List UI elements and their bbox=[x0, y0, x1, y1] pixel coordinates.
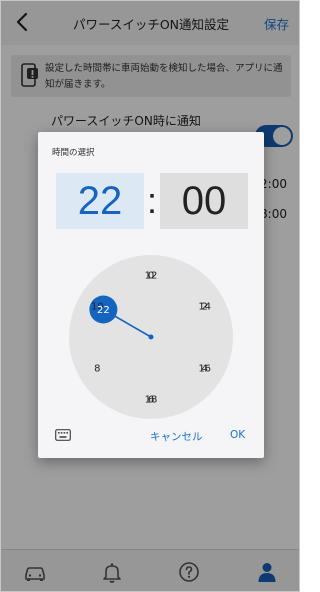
dialog-title: 時間の選択 bbox=[52, 148, 95, 158]
dial-hour-16[interactable]: 16 bbox=[198, 364, 211, 375]
app-screen: パワースイッチON通知設定 保存 設定した時間帯に車両始動を検知した場合、アプリ… bbox=[0, 0, 300, 592]
ok-button[interactable]: OK bbox=[230, 429, 245, 441]
time-separator: : bbox=[146, 180, 157, 221]
keyboard-icon[interactable] bbox=[55, 429, 71, 441]
dial-hour-18[interactable]: 18 bbox=[145, 395, 158, 406]
clock-center bbox=[148, 334, 154, 340]
clock-dial-graphic: 02468101214161822 bbox=[89, 271, 211, 406]
clock-dial[interactable]: 0 2 4 6 8 10 12 14 16 18 22 bbox=[69, 255, 233, 419]
dial-hour-8[interactable]: 8 bbox=[94, 364, 100, 375]
dial-hour-22[interactable]: 22 bbox=[97, 305, 110, 316]
dial-hour-12[interactable]: 12 bbox=[145, 271, 158, 282]
dial-hour-14[interactable]: 14 bbox=[198, 302, 211, 313]
cancel-button[interactable]: キャンセル bbox=[150, 429, 203, 444]
minute-display[interactable]: 00 bbox=[160, 173, 248, 229]
hour-display[interactable]: 22 bbox=[56, 173, 144, 229]
time-picker-dialog: 時間の選択 22 : 00 0 2 4 6 8 10 12 14 16 18 22 キャンセル OK bbox=[38, 132, 264, 458]
